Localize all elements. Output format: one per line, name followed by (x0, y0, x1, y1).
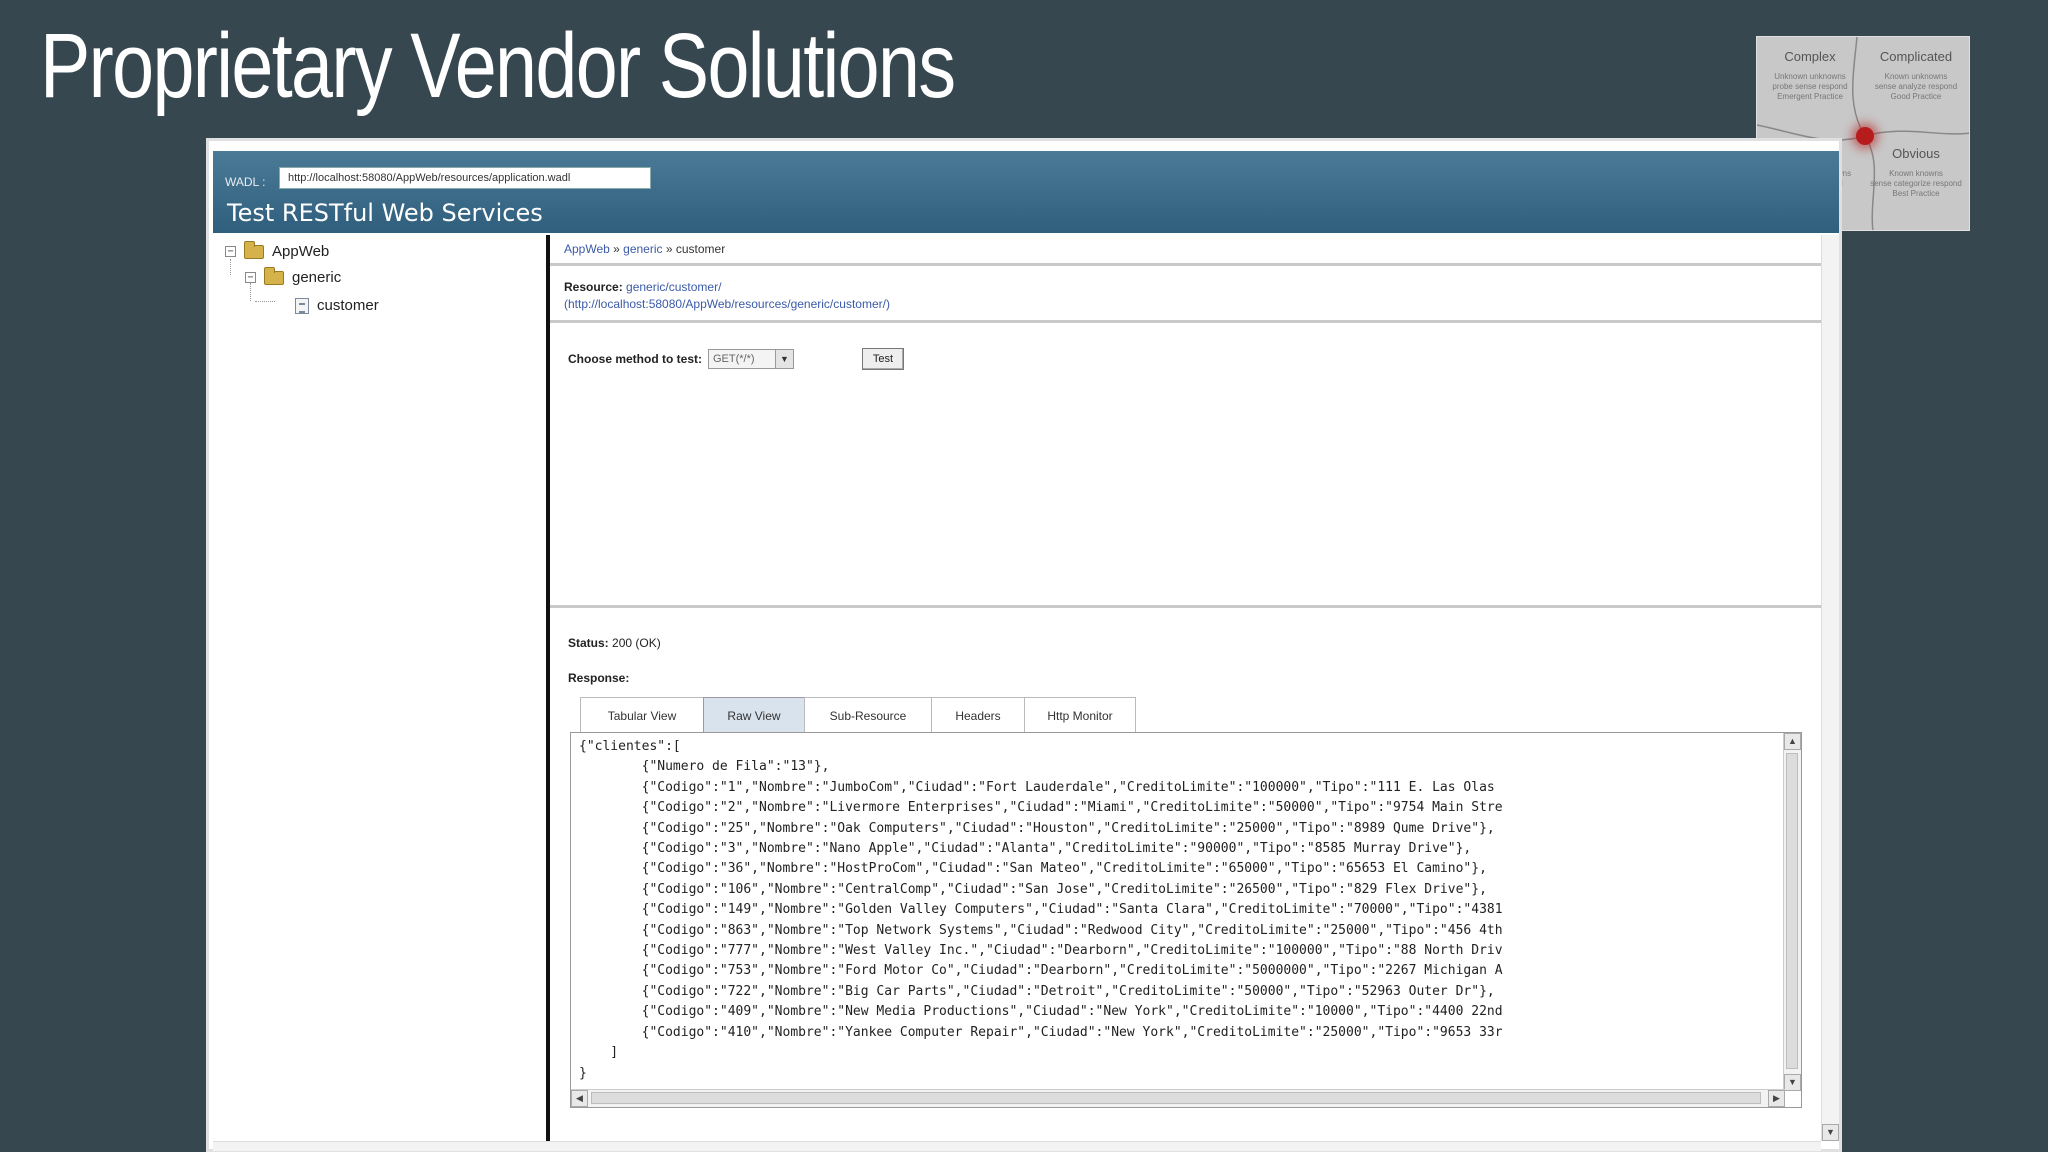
resource-tree-pane: − AppWeb − generic customer (213, 235, 546, 1141)
arrow-right-icon[interactable]: ▶ (1768, 1090, 1785, 1107)
arrow-left-icon[interactable]: ◀ (571, 1090, 588, 1107)
app-header: WADL : http://localhost:58080/AppWeb/res… (213, 151, 1839, 233)
raw-response-text: {"clientes":[ {"Numero de Fila":"13"}, {… (579, 739, 1503, 1081)
separator (550, 320, 1822, 323)
separator (550, 263, 1822, 266)
status-text: Status: 200 (OK) (568, 636, 661, 650)
resource-label: Resource: (564, 280, 623, 294)
tree-item-generic[interactable]: − generic (245, 266, 342, 286)
method-selected-value: GET(*/*) (713, 353, 755, 365)
minus-box-icon[interactable]: − (245, 272, 256, 283)
tree-connector (230, 259, 231, 275)
arrow-up-icon[interactable]: ▲ (1784, 733, 1801, 750)
page-vertical-scrollbar[interactable]: ▼ (1821, 235, 1839, 1141)
resource-url-link[interactable]: (http://localhost:58080/AppWeb/resources… (564, 297, 890, 311)
tab-raw-view[interactable]: Raw View (703, 697, 805, 733)
cynefin-complex: Complex Unknown unknowns probe sense res… (1772, 49, 1848, 101)
tab-http-monitor[interactable]: Http Monitor (1024, 697, 1136, 733)
slide-title: Proprietary Vendor Solutions (40, 15, 956, 117)
scroll-thumb[interactable] (591, 1092, 1761, 1104)
response-horizontal-scrollbar[interactable]: ◀ ▶ (571, 1089, 1785, 1107)
cynefin-obvious: Obvious Known knowns sense categorize re… (1870, 145, 1962, 198)
status-label: Status: (568, 636, 609, 650)
tab-headers[interactable]: Headers (931, 697, 1025, 733)
document-icon (295, 297, 309, 314)
page-horizontal-scrollbar[interactable] (213, 1141, 1821, 1151)
tree-connector (255, 301, 275, 302)
folder-open-icon (244, 240, 264, 259)
resource-info: Resource: generic/customer/ (http://loca… (564, 279, 890, 313)
breadcrumb-appweb[interactable]: AppWeb (564, 242, 610, 256)
scroll-thumb[interactable] (1786, 753, 1798, 1069)
response-tabs: Tabular View Raw View Sub-Resource Heade… (580, 697, 1136, 733)
tree-item-label: customer (317, 297, 379, 314)
test-pane: AppWeb » generic » customer Resource: ge… (550, 235, 1830, 1141)
tree-item-customer[interactable]: customer (295, 297, 379, 314)
tab-tabular-view[interactable]: Tabular View (580, 697, 704, 733)
tree-item-label: generic (292, 269, 342, 286)
breadcrumb-generic[interactable]: generic (623, 242, 662, 256)
arrow-down-icon[interactable]: ▼ (1822, 1124, 1839, 1141)
chevron-down-icon[interactable]: ▼ (775, 350, 793, 368)
tab-sub-resource[interactable]: Sub-Resource (804, 697, 932, 733)
cynefin-complicated: Complicated Known unknowns sense analyze… (1874, 49, 1958, 101)
method-label: Choose method to test: (568, 352, 702, 366)
tree-item-label: AppWeb (272, 243, 330, 260)
tree-item-appweb[interactable]: − AppWeb (225, 240, 330, 260)
minus-box-icon[interactable]: − (225, 246, 236, 257)
test-button[interactable]: Test (862, 348, 904, 370)
method-select[interactable]: GET(*/*) ▼ (708, 349, 794, 369)
app-title: Test RESTful Web Services (227, 199, 543, 227)
breadcrumb-separator: » (609, 242, 624, 256)
response-label: Response: (568, 671, 630, 685)
raw-response-box[interactable]: {"clientes":[ {"Numero de Fila":"13"}, {… (570, 732, 1802, 1108)
breadcrumb: AppWeb » generic » customer (564, 242, 725, 256)
response-vertical-scrollbar[interactable]: ▲ ▼ (1783, 733, 1801, 1091)
browser-window: WADL : http://localhost:58080/AppWeb/res… (206, 138, 1842, 1152)
breadcrumb-separator: » (662, 242, 676, 256)
separator (550, 605, 1822, 608)
folder-open-icon (264, 266, 284, 285)
arrow-down-icon[interactable]: ▼ (1784, 1074, 1801, 1091)
breadcrumb-customer: customer (675, 242, 726, 256)
method-row: Choose method to test: GET(*/*) ▼ Test (568, 348, 904, 370)
status-value: 200 (OK) (612, 636, 661, 650)
wadl-label: WADL : (225, 175, 266, 189)
wadl-url-field[interactable]: http://localhost:58080/AppWeb/resources/… (279, 167, 651, 189)
resource-path-link[interactable]: generic/customer/ (626, 280, 721, 294)
